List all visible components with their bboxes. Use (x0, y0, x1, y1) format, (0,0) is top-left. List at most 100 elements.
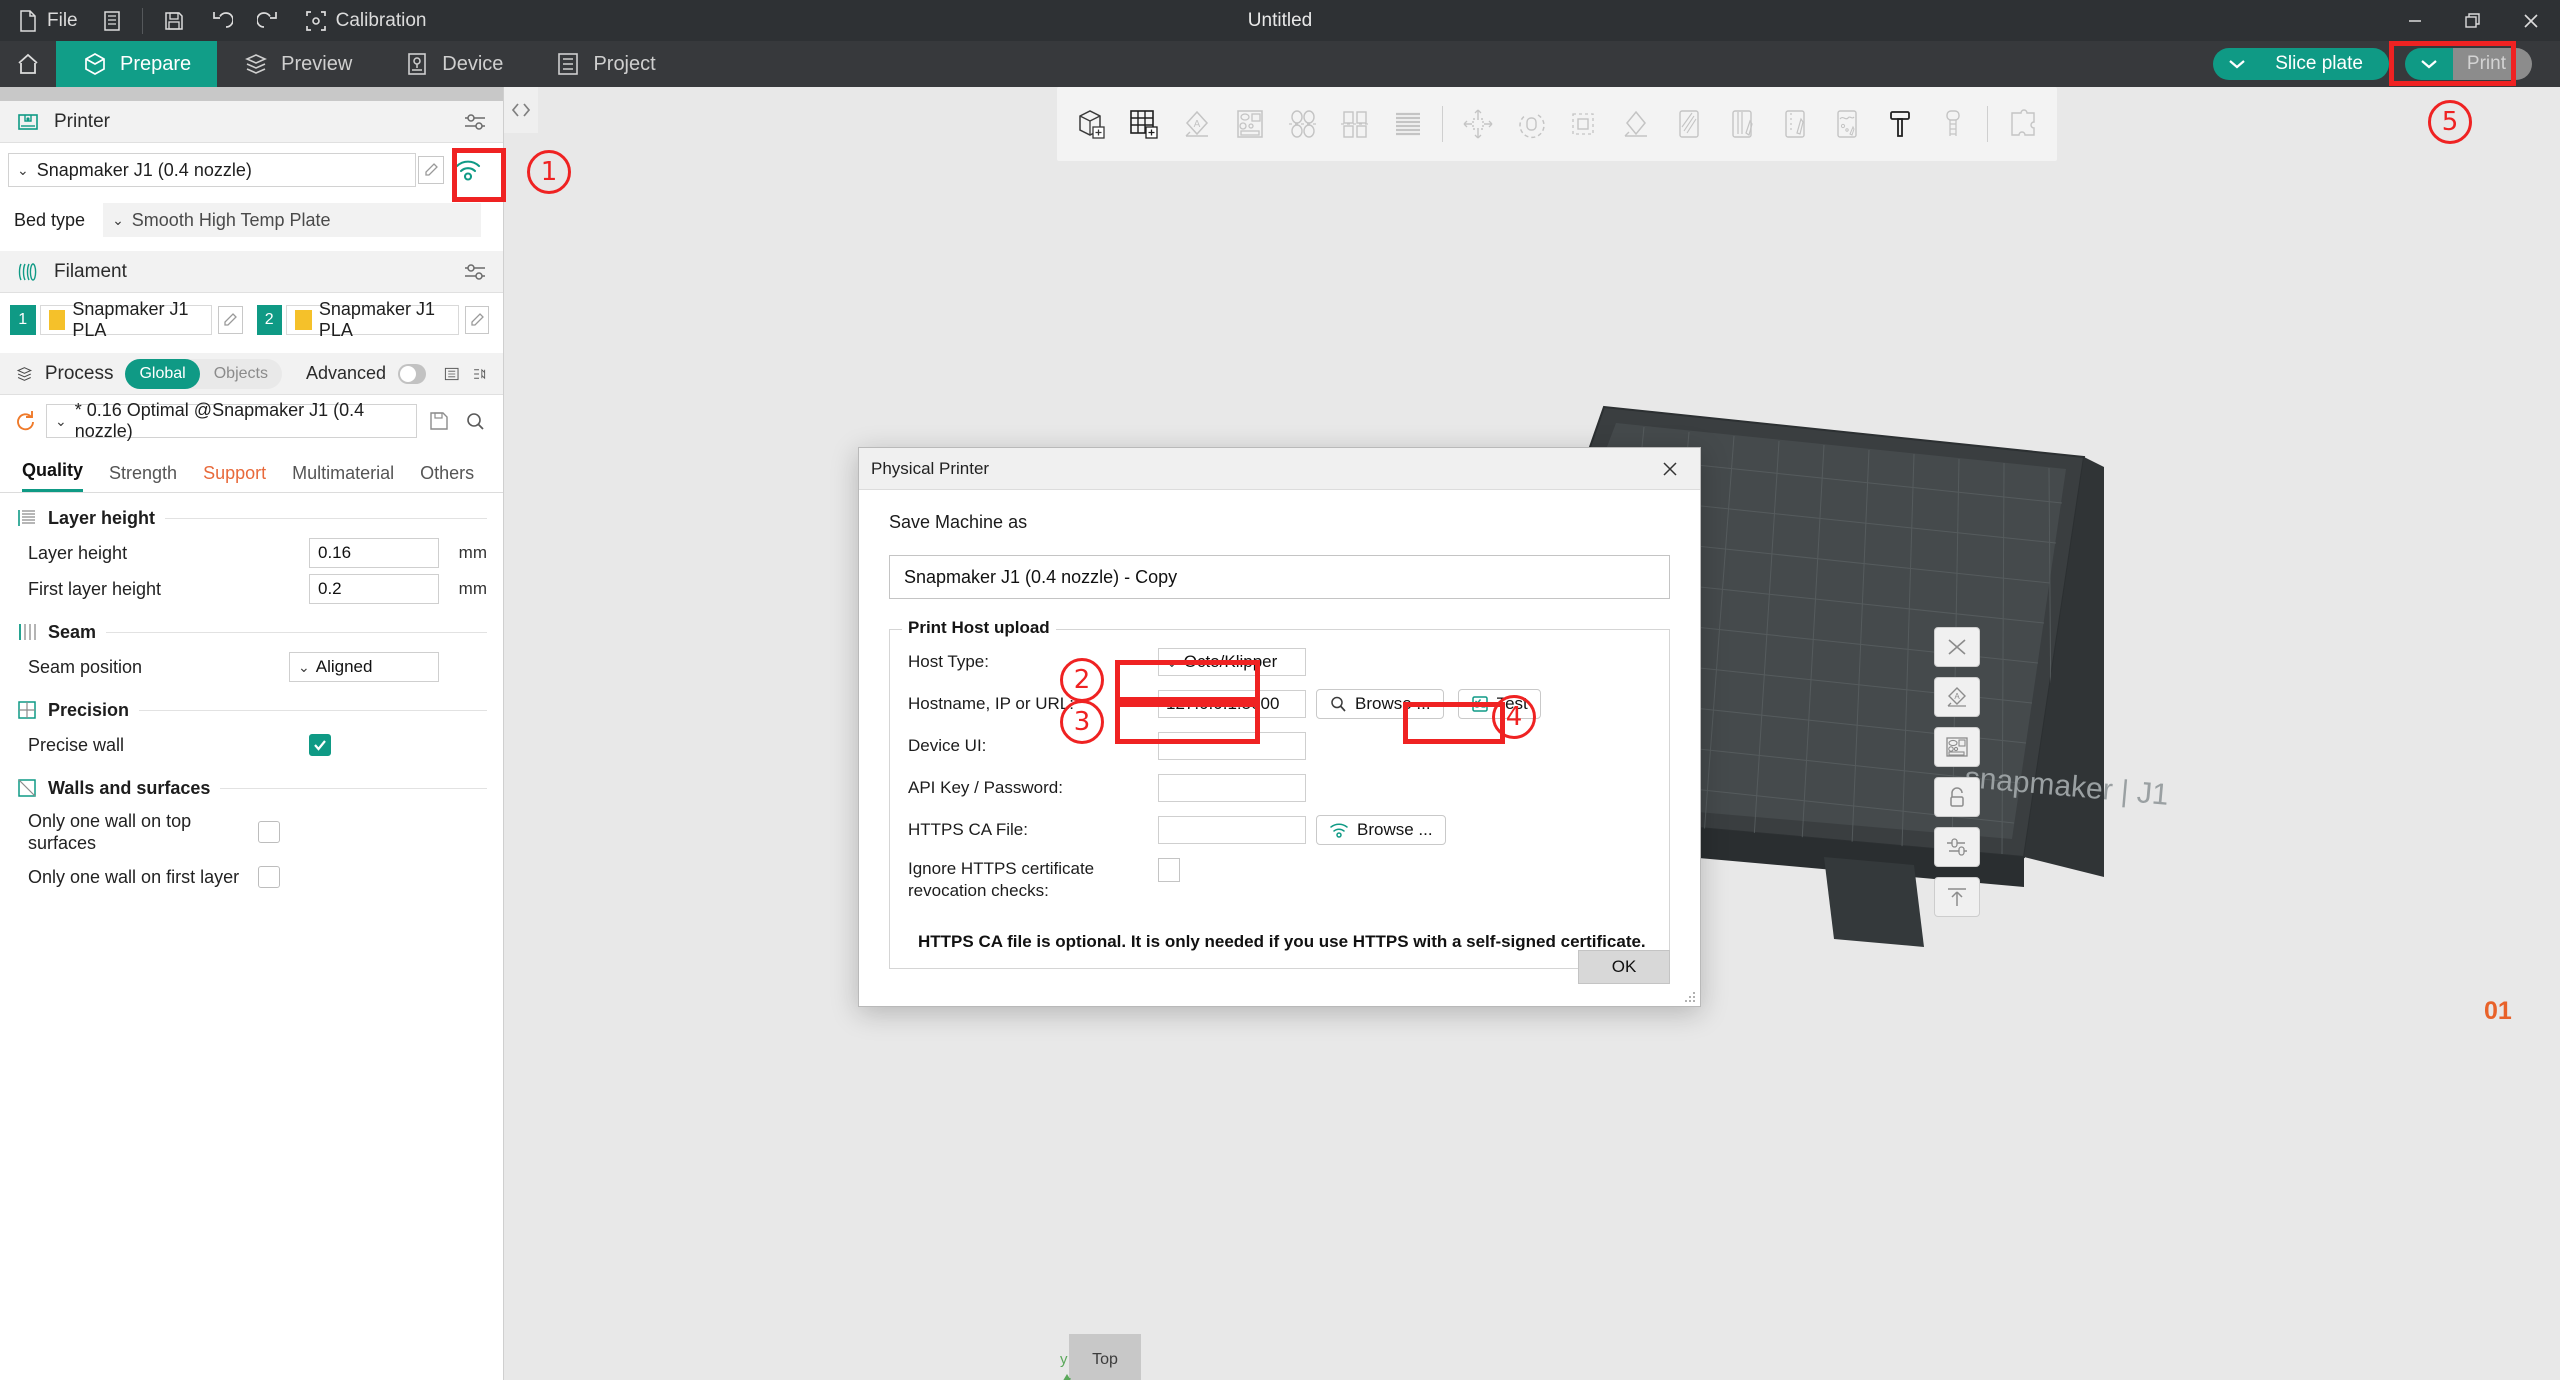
device-ui-input[interactable] (1158, 732, 1306, 760)
filament-icon (18, 262, 37, 281)
https-ca-browse-button[interactable]: Browse ... (1316, 815, 1446, 845)
machine-name-input[interactable]: Snapmaker J1 (0.4 nozzle) - Copy (889, 555, 1670, 599)
settings-tab-strength[interactable]: Strength (109, 463, 177, 492)
split-to-objects-icon[interactable] (1276, 96, 1329, 152)
process-preset-combo[interactable]: ⌄ * 0.16 Optimal @Snapmaker J1 (0.4 nozz… (46, 400, 417, 441)
filament-settings-icon[interactable] (463, 261, 487, 283)
filament-index-1[interactable]: 1 (10, 305, 36, 335)
settings-tab-multimaterial[interactable]: Multimaterial (292, 463, 394, 492)
scope-objects[interactable]: Objects (200, 365, 282, 383)
process-scope-toggle[interactable]: Global Objects (125, 358, 282, 389)
settings-tab-quality[interactable]: Quality (22, 460, 84, 492)
lock-icon[interactable] (1934, 777, 1980, 817)
tab-device[interactable]: Device (378, 41, 529, 87)
tab-project[interactable]: Project (529, 41, 681, 87)
settings-tab-others[interactable]: Others (420, 463, 474, 492)
https-ca-input[interactable] (1158, 816, 1306, 844)
filament-edit-1[interactable] (218, 306, 243, 334)
list-view-icon[interactable] (444, 364, 459, 384)
api-key-input[interactable] (1158, 774, 1306, 802)
arrange-icon[interactable] (1223, 96, 1276, 152)
bed-type-combo[interactable]: ⌄ Smooth High Temp Plate (103, 203, 482, 237)
tab-preview[interactable]: Preview (217, 41, 378, 87)
home-button[interactable] (0, 41, 56, 87)
slice-plate-label[interactable]: Slice plate (2261, 48, 2389, 80)
mirror-icon[interactable] (1610, 96, 1663, 152)
scale-icon[interactable] (1557, 96, 1610, 152)
rotate-icon[interactable] (1504, 96, 1557, 152)
menu-file[interactable]: File (0, 0, 90, 41)
precise-wall-checkbox[interactable] (309, 734, 331, 756)
close-button[interactable] (2502, 0, 2560, 41)
minimize-button[interactable] (2386, 0, 2444, 41)
print-label[interactable]: Print (2452, 48, 2532, 80)
settings-sliders-icon[interactable] (1934, 827, 1980, 867)
walls-icon (18, 779, 36, 797)
host-type-combo[interactable]: ⌄ Octo/Klipper (1158, 648, 1306, 676)
split-to-parts-icon[interactable] (1329, 96, 1382, 152)
bed-type-label: Bed type (14, 209, 86, 230)
resize-grip-icon[interactable] (1684, 991, 1696, 1003)
arrange-icon[interactable] (1934, 727, 1980, 767)
text-emboss-icon[interactable] (1874, 96, 1927, 152)
dialog-close-button[interactable] (1652, 453, 1688, 485)
menu-redo-button[interactable] (245, 0, 293, 41)
color-paint-icon[interactable] (1768, 96, 1821, 152)
compare-icon[interactable] (472, 364, 487, 384)
settings-tab-row: Quality Strength Support Multimaterial O… (0, 447, 503, 493)
printer-settings-icon[interactable] (463, 111, 487, 133)
support-paint-icon[interactable] (1663, 96, 1716, 152)
assembly-icon[interactable] (1996, 96, 2049, 152)
auto-orient-icon[interactable]: A (1934, 677, 1980, 717)
maximize-button[interactable] (2444, 0, 2502, 41)
menu-list-button[interactable] (90, 0, 134, 41)
layer-height-input[interactable]: 0.16 (309, 538, 439, 568)
collapse-sidebar-button[interactable] (504, 87, 538, 133)
printer-section-header: Printer (0, 101, 503, 143)
slice-plate-button[interactable]: Slice plate (2213, 48, 2389, 80)
hostname-browse-button[interactable]: Browse ... (1316, 689, 1444, 719)
add-plate-icon[interactable] (1118, 96, 1171, 152)
seam-position-select[interactable]: ⌄ Aligned (289, 652, 439, 682)
ok-button[interactable]: OK (1578, 950, 1670, 984)
printer-edit-button[interactable] (418, 156, 445, 184)
save-preset-button[interactable] (425, 407, 453, 435)
filament-combo-1[interactable]: Snapmaker J1 PLA (39, 299, 213, 340)
reset-preset-icon[interactable] (14, 409, 38, 433)
cube-icon (85, 53, 105, 75)
filament-index-2[interactable]: 2 (256, 305, 283, 335)
layers-view-icon[interactable] (1382, 96, 1435, 152)
auto-orient-icon[interactable]: A (1171, 96, 1224, 152)
one-wall-top-checkbox[interactable] (258, 821, 280, 843)
print-button[interactable]: Print (2404, 48, 2532, 80)
filament-color-swatch (48, 310, 66, 330)
arrow-up-icon[interactable] (1934, 877, 1980, 917)
settings-tab-support[interactable]: Support (203, 463, 266, 492)
seam-paint-icon[interactable] (1715, 96, 1768, 152)
tab-prepare[interactable]: Prepare (56, 41, 218, 87)
wifi-connect-button[interactable] (446, 147, 490, 193)
slice-plate-dropdown[interactable] (2213, 48, 2262, 80)
print-dropdown[interactable] (2404, 48, 2453, 80)
chevron-down-icon: ⌄ (298, 658, 310, 675)
filament-combo-2[interactable]: Snapmaker J1 PLA (286, 299, 459, 340)
axis-orientation-widget[interactable]: Top Front y z x (1044, 1322, 1234, 1380)
menu-calibration[interactable]: Calibration (293, 0, 439, 41)
one-wall-first-checkbox[interactable] (258, 866, 280, 888)
advanced-toggle[interactable] (398, 363, 427, 384)
delete-icon[interactable] (1934, 627, 1980, 667)
printer-preset-combo[interactable]: ⌄ Snapmaker J1 (0.4 nozzle) (8, 153, 417, 187)
first-layer-height-input[interactable]: 0.2 (309, 574, 439, 604)
hostname-input[interactable]: 127.0.0.1:5000 (1158, 690, 1306, 718)
search-preset-button[interactable] (461, 407, 489, 435)
fuzzy-skin-icon[interactable] (1821, 96, 1874, 152)
filament-edit-2[interactable] (464, 306, 489, 334)
menu-undo-button[interactable] (197, 0, 245, 41)
measure-icon[interactable] (1926, 96, 1979, 152)
scope-global[interactable]: Global (125, 358, 200, 389)
move-icon[interactable] (1451, 96, 1504, 152)
add-object-icon[interactable] (1065, 96, 1118, 152)
ignore-revocation-checkbox[interactable] (1158, 858, 1180, 882)
group-header-precision: Precision (0, 685, 503, 727)
menu-save-button[interactable] (151, 0, 197, 41)
